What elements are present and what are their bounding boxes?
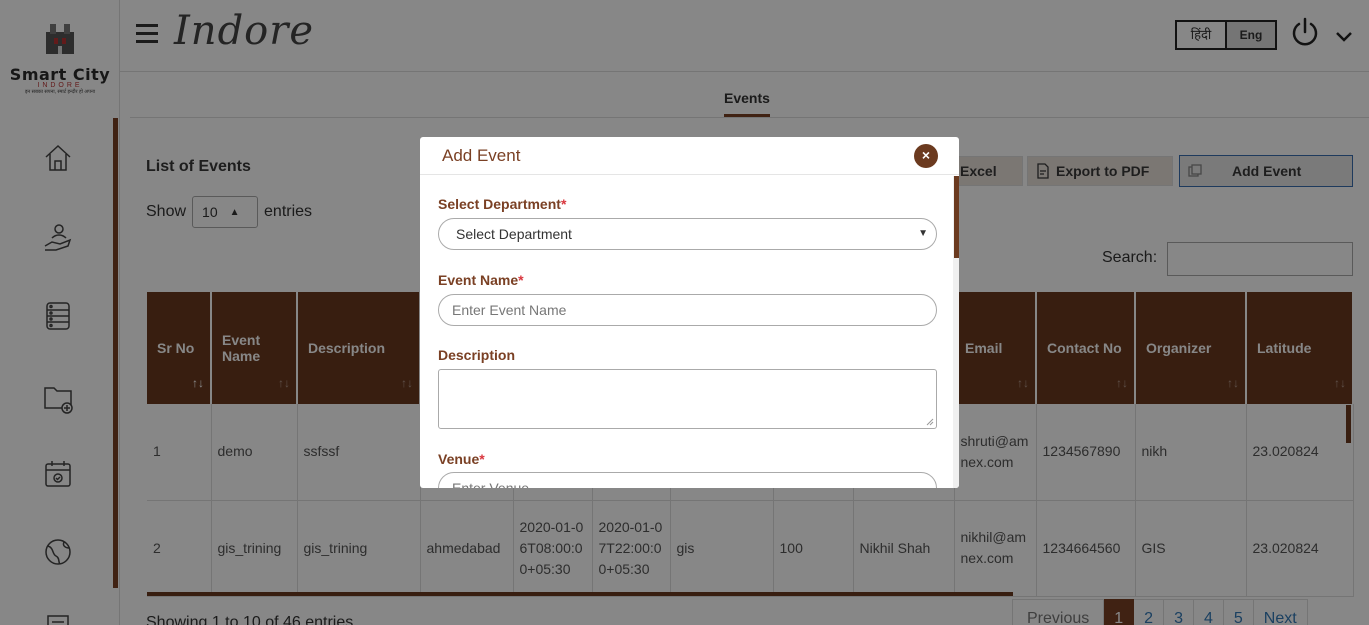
close-icon[interactable]: × [914,144,938,168]
event-name-placeholder: Enter Event Name [452,302,567,318]
dropdown-arrow-icon: ▼︎ [918,228,928,239]
required-mark: * [560,196,567,212]
modal-header: Add Event × [420,137,959,175]
event-name-input[interactable]: Enter Event Name [438,294,937,326]
modal-body: Select Department* Select Department ▼︎ … [420,176,953,488]
add-event-modal: Add Event × Select Department* Select De… [420,137,959,488]
modal-title: Add Event [442,146,521,165]
description-label: Description [438,347,516,363]
resize-grip-icon[interactable] [926,418,934,426]
required-mark: * [479,451,485,467]
department-select[interactable]: Select Department ▼︎ [438,218,937,250]
venue-placeholder: Enter Venue [452,480,530,488]
venue-input[interactable]: Enter Venue [438,472,937,488]
event-name-label: Event Name* [438,272,524,288]
required-mark: * [518,272,524,288]
description-textarea[interactable] [438,369,937,429]
department-label: Select Department* [438,196,567,212]
department-select-value: Select Department [456,226,572,242]
venue-label: Venue* [438,451,485,467]
modal-scrollbar-thumb[interactable] [954,176,959,258]
